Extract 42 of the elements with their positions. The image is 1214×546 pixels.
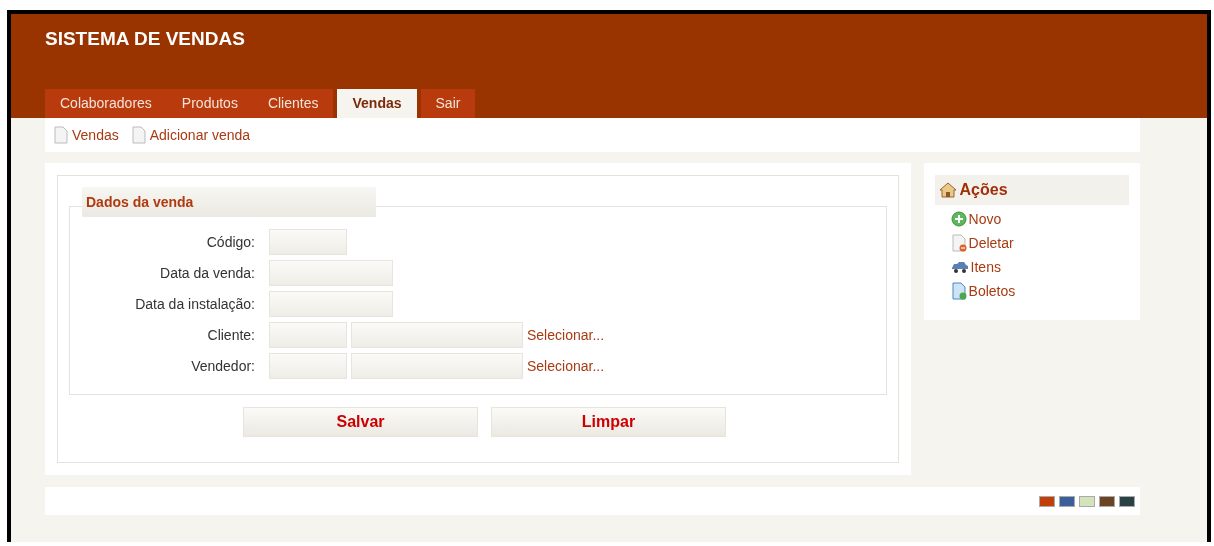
field-label: Código: xyxy=(205,234,256,250)
nav-tab[interactable]: Clientes xyxy=(252,89,334,118)
theme-swatch[interactable] xyxy=(1099,495,1115,507)
document-icon xyxy=(130,126,147,144)
field-label: Data da venda: xyxy=(159,265,256,281)
nav-tab[interactable]: Produtos xyxy=(166,89,253,118)
input-field[interactable] xyxy=(351,322,523,348)
select-link[interactable]: Selecionar... xyxy=(527,327,605,343)
field-label: Data da instalação: xyxy=(134,296,256,312)
action-link[interactable]: Itens xyxy=(950,259,1129,275)
select-link[interactable]: Selecionar... xyxy=(527,358,605,374)
action-link[interactable]: Boletos xyxy=(950,282,1129,300)
theme-swatch[interactable] xyxy=(1119,495,1135,507)
input-field[interactable] xyxy=(351,353,523,379)
input-field[interactable] xyxy=(269,353,347,379)
document-minus-icon xyxy=(950,234,967,252)
panel-title: Ações xyxy=(959,181,1008,199)
input-field[interactable] xyxy=(269,260,393,286)
input-field[interactable] xyxy=(269,291,393,317)
nav-tab[interactable]: Sair xyxy=(420,89,476,118)
theme-swatch[interactable] xyxy=(1039,495,1055,507)
house-icon xyxy=(938,182,957,198)
theme-swatch[interactable] xyxy=(1059,495,1075,507)
action-link[interactable]: Novo xyxy=(950,211,1129,227)
subnav-link[interactable]: Adicionar venda xyxy=(130,126,251,144)
car-icon xyxy=(950,261,969,273)
nav-tab[interactable]: Colaboradores xyxy=(45,89,167,118)
field-label: Vendedor: xyxy=(190,358,256,374)
action-link[interactable]: Deletar xyxy=(950,234,1129,252)
plus-icon xyxy=(950,211,967,227)
document-plus-icon xyxy=(950,282,967,300)
field-label: Cliente: xyxy=(206,327,256,343)
input-field[interactable] xyxy=(269,322,347,348)
theme-swatch[interactable] xyxy=(1079,495,1095,507)
fieldset-legend: Dados da venda xyxy=(82,187,376,217)
form-button[interactable]: Limpar xyxy=(491,407,726,437)
form-button[interactable]: Salvar xyxy=(243,407,478,437)
input-field[interactable] xyxy=(269,229,347,255)
nav-tab[interactable]: Vendas xyxy=(337,89,417,118)
site-title: SISTEMA DE VENDAS xyxy=(45,28,246,50)
document-icon xyxy=(53,126,69,144)
subnav-link[interactable]: Vendas xyxy=(53,126,119,144)
